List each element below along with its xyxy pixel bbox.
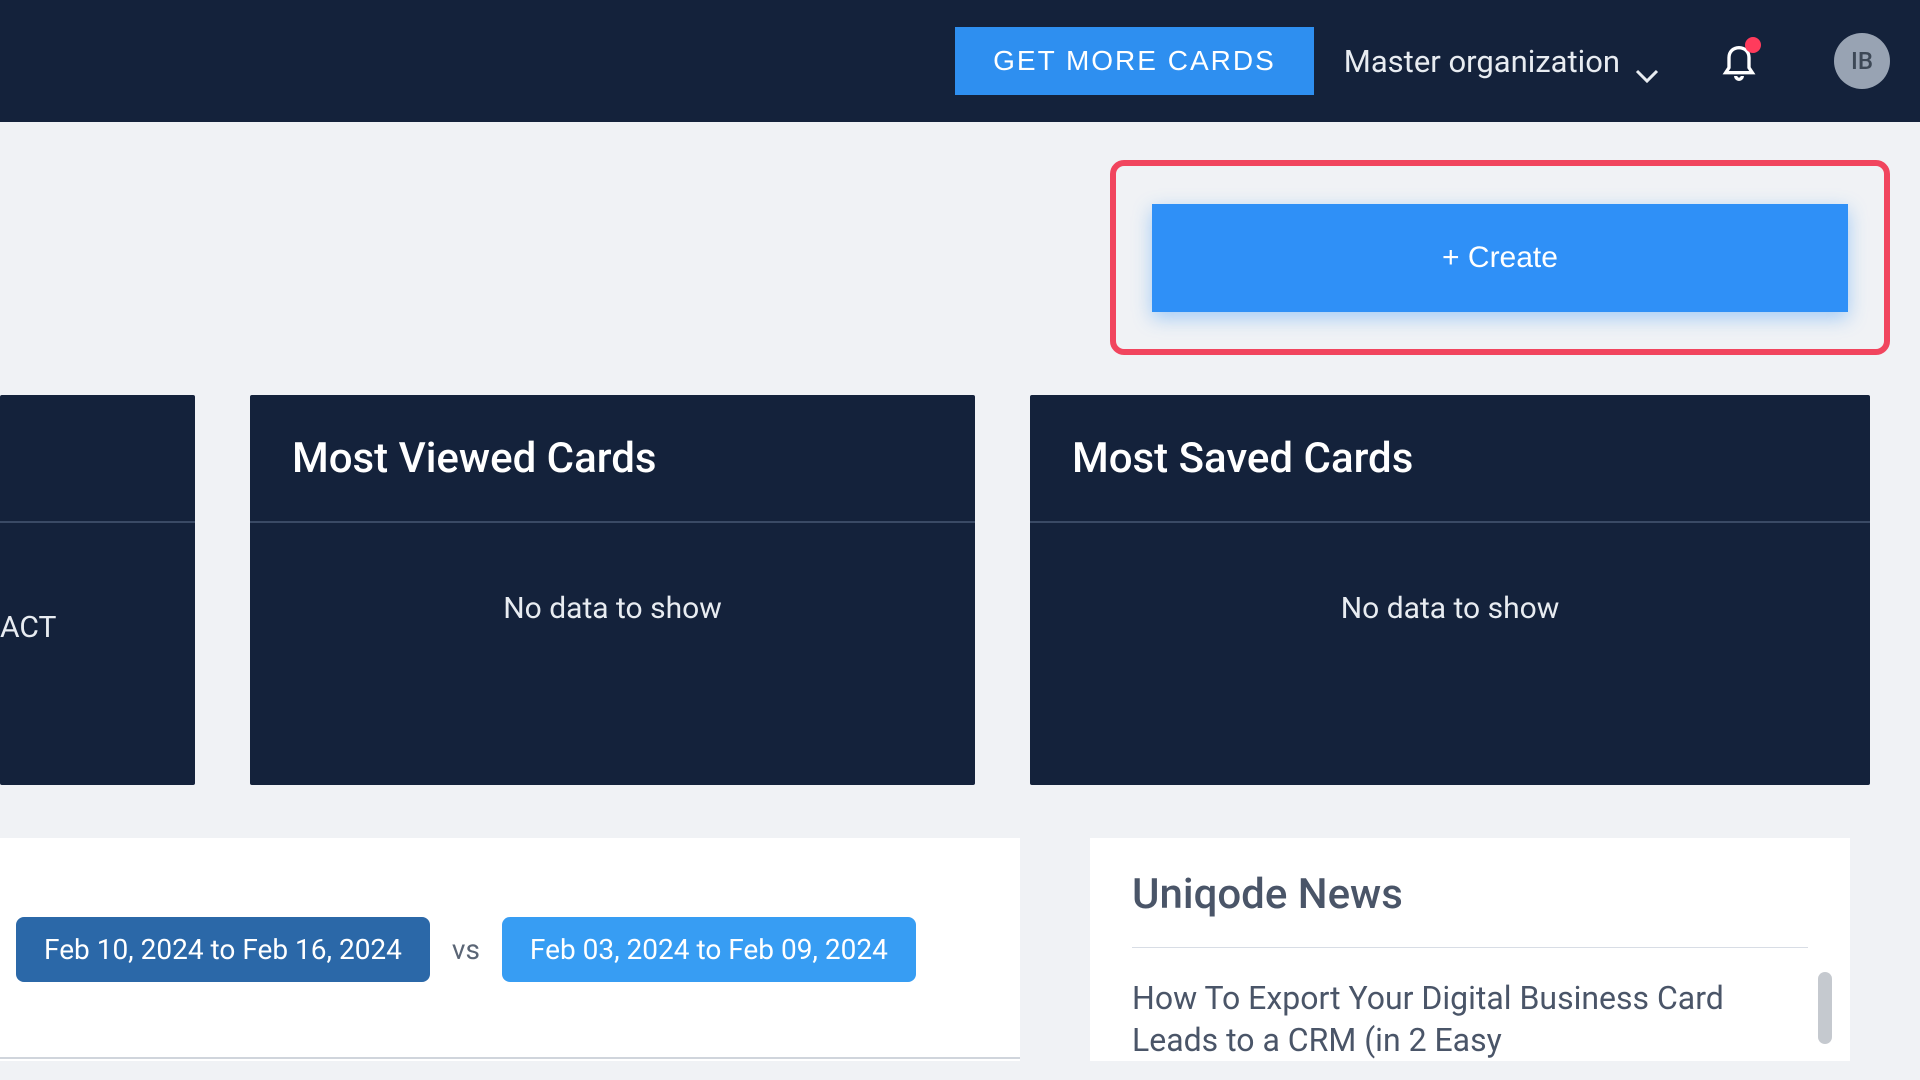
notification-dot-icon [1745, 37, 1761, 53]
notifications-button[interactable] [1719, 39, 1759, 83]
card-header: Most Saved Cards [1030, 395, 1870, 523]
avatar[interactable]: IB [1834, 33, 1890, 89]
most-viewed-title: Most Viewed Cards [292, 434, 657, 483]
card-body: No data to show [250, 523, 975, 781]
most-saved-title: Most Saved Cards [1072, 434, 1413, 483]
news-item[interactable]: How To Export Your Digital Business Card… [1132, 948, 1808, 1061]
news-panel: Uniqode News How To Export Your Digital … [1090, 838, 1850, 1061]
most-saved-card: Most Saved Cards No data to show [1030, 395, 1870, 785]
chevron-down-icon [1635, 54, 1659, 68]
most-viewed-card: Most Viewed Cards No data to show [250, 395, 975, 785]
news-title: Uniqode News [1132, 870, 1808, 948]
most-viewed-empty-text: No data to show [503, 591, 722, 626]
partial-label: ACT [0, 610, 56, 645]
date-range-primary[interactable]: Feb 10, 2024 to Feb 16, 2024 [16, 917, 430, 982]
card-body: No data to show [1030, 523, 1870, 781]
cards-row: ACT Most Viewed Cards No data to show Mo… [0, 395, 1920, 785]
divider [0, 1057, 1020, 1059]
dates-panel: Feb 10, 2024 to Feb 16, 2024 vs Feb 03, … [0, 838, 1020, 1061]
most-saved-empty-text: No data to show [1341, 591, 1560, 626]
app-header: GET MORE CARDS Master organization IB [0, 0, 1920, 122]
get-more-cards-button[interactable]: GET MORE CARDS [955, 27, 1314, 95]
scrollbar-thumb[interactable] [1818, 972, 1832, 1044]
create-button[interactable]: + Create [1152, 204, 1848, 312]
date-range-secondary[interactable]: Feb 03, 2024 to Feb 09, 2024 [502, 917, 916, 982]
create-highlight-box: + Create [1110, 160, 1890, 355]
org-dropdown[interactable]: Master organization [1344, 43, 1659, 80]
card-partial: ACT [0, 395, 195, 785]
vs-label: vs [452, 933, 480, 966]
lower-row: Feb 10, 2024 to Feb 16, 2024 vs Feb 03, … [0, 838, 1920, 1061]
card-header: Most Viewed Cards [250, 395, 975, 523]
org-label: Master organization [1344, 43, 1620, 80]
card-header-partial [0, 395, 195, 523]
